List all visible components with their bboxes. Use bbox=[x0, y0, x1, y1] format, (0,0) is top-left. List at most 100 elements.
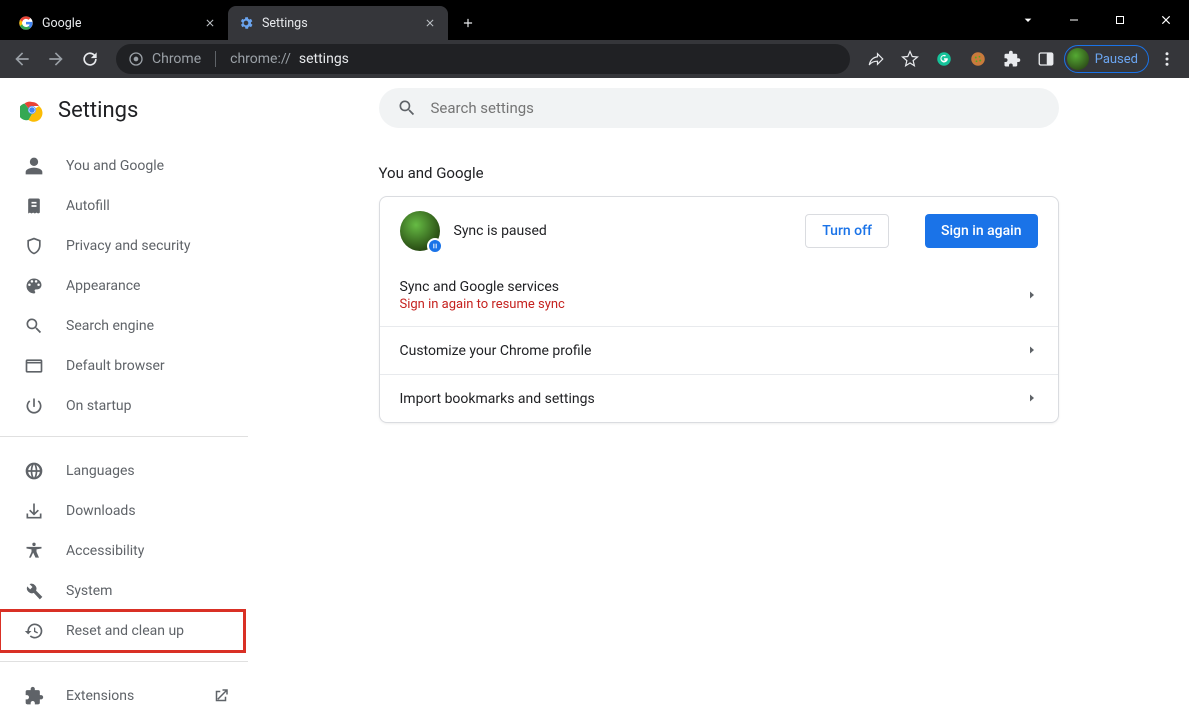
window-titlebar: Google Settings bbox=[0, 0, 1189, 40]
extension-grammarly-icon[interactable] bbox=[928, 43, 960, 75]
close-icon[interactable] bbox=[422, 15, 438, 31]
avatar-icon bbox=[1067, 48, 1089, 70]
sidebar-item-languages[interactable]: Languages bbox=[0, 451, 234, 491]
nav-label: Autofill bbox=[66, 198, 110, 214]
browser-toolbar: Chrome chrome:// settings Paused bbox=[0, 40, 1189, 78]
nav-label: Downloads bbox=[66, 503, 136, 519]
divider bbox=[0, 661, 248, 662]
omnibox-host: Chrome bbox=[152, 51, 201, 67]
sync-status-text: Sync is paused bbox=[454, 223, 547, 239]
extensions-puzzle-icon[interactable] bbox=[996, 43, 1028, 75]
profile-chip[interactable]: Paused bbox=[1064, 45, 1149, 73]
nav-label: You and Google bbox=[66, 158, 164, 174]
window-controls bbox=[1005, 0, 1189, 40]
sidebar-item-on-startup[interactable]: On startup bbox=[0, 386, 234, 426]
tab-title: Settings bbox=[262, 16, 414, 31]
extension-icon bbox=[24, 686, 44, 706]
avatar bbox=[400, 211, 440, 251]
person-icon bbox=[24, 156, 44, 176]
nav-label: Search engine bbox=[66, 318, 154, 334]
tab-google[interactable]: Google bbox=[8, 6, 228, 40]
browser-icon bbox=[24, 356, 44, 376]
chrome-logo-icon bbox=[20, 98, 44, 122]
google-favicon-icon bbox=[18, 15, 34, 31]
reload-button[interactable] bbox=[74, 43, 106, 75]
search-input[interactable] bbox=[431, 99, 1041, 117]
nav-label: Reset and clean up bbox=[66, 623, 184, 639]
close-icon[interactable] bbox=[202, 15, 218, 31]
nav-label: Extensions bbox=[66, 688, 134, 704]
section-title: You and Google bbox=[379, 164, 1059, 182]
sign-in-button[interactable]: Sign in again bbox=[925, 214, 1038, 248]
tab-title: Google bbox=[42, 16, 194, 31]
chevron-right-icon bbox=[1026, 341, 1038, 360]
extension-cookie-icon[interactable] bbox=[962, 43, 994, 75]
settings-row[interactable]: Import bookmarks and settings bbox=[380, 374, 1058, 422]
nav-label: System bbox=[66, 583, 112, 599]
sidebar-item-downloads[interactable]: Downloads bbox=[0, 491, 234, 531]
omnibox-url-path: settings bbox=[299, 51, 349, 67]
row-secondary: Sign in again to resume sync bbox=[400, 297, 565, 312]
row-primary: Import bookmarks and settings bbox=[400, 391, 595, 407]
chevron-down-icon[interactable] bbox=[1005, 0, 1051, 40]
autofill-icon bbox=[24, 196, 44, 216]
row-primary: Customize your Chrome profile bbox=[400, 343, 592, 359]
main-content: You and Google Sync is paused Turn off S… bbox=[248, 78, 1189, 707]
toolbar-actions: Paused bbox=[860, 43, 1183, 75]
power-icon bbox=[24, 396, 44, 416]
gear-icon bbox=[238, 15, 254, 31]
address-bar[interactable]: Chrome chrome:// settings bbox=[116, 44, 850, 74]
search-icon bbox=[24, 316, 44, 336]
sync-status-row: Sync is paused Turn off Sign in again bbox=[380, 197, 1058, 265]
nav-label: Appearance bbox=[66, 278, 140, 294]
maximize-button[interactable] bbox=[1097, 0, 1143, 40]
search-icon bbox=[397, 98, 417, 118]
side-panel-icon[interactable] bbox=[1030, 43, 1062, 75]
forward-button[interactable] bbox=[40, 43, 72, 75]
share-icon[interactable] bbox=[860, 43, 892, 75]
omnibox-url-prefix: chrome:// bbox=[230, 51, 291, 67]
chrome-page-icon bbox=[128, 51, 144, 67]
kebab-menu-icon[interactable] bbox=[1151, 43, 1183, 75]
wrench-icon bbox=[24, 581, 44, 601]
close-window-button[interactable] bbox=[1143, 0, 1189, 40]
sidebar-item-autofill[interactable]: Autofill bbox=[0, 186, 234, 226]
sidebar-item-accessibility[interactable]: Accessibility bbox=[0, 531, 234, 571]
back-button[interactable] bbox=[6, 43, 38, 75]
page-title: Settings bbox=[58, 98, 138, 123]
sidebar-item-extensions[interactable]: Extensions bbox=[0, 676, 234, 707]
search-settings[interactable] bbox=[379, 88, 1059, 128]
shield-icon bbox=[24, 236, 44, 256]
sidebar: Settings You and Google Autofill Privacy a… bbox=[0, 78, 248, 707]
settings-row[interactable]: Sync and Google services Sign in again to… bbox=[380, 265, 1058, 326]
minimize-button[interactable] bbox=[1051, 0, 1097, 40]
you-and-google-card: Sync is paused Turn off Sign in again Sy… bbox=[379, 196, 1059, 423]
tab-strip: Google Settings bbox=[0, 6, 1005, 40]
sidebar-item-system[interactable]: System bbox=[0, 571, 234, 611]
nav-label: Default browser bbox=[66, 358, 165, 374]
new-tab-button[interactable] bbox=[454, 9, 482, 37]
sidebar-scroll[interactable]: You and Google Autofill Privacy and securi… bbox=[0, 142, 248, 707]
sidebar-item-you-and-google[interactable]: You and Google bbox=[0, 146, 234, 186]
settings-row[interactable]: Customize your Chrome profile bbox=[380, 326, 1058, 374]
open-in-new-icon bbox=[212, 687, 230, 705]
bookmark-star-icon[interactable] bbox=[894, 43, 926, 75]
turn-off-button[interactable]: Turn off bbox=[805, 214, 889, 248]
restore-icon bbox=[24, 621, 44, 641]
chevron-right-icon bbox=[1026, 389, 1038, 408]
palette-icon bbox=[24, 276, 44, 296]
sidebar-item-appearance[interactable]: Appearance bbox=[0, 266, 234, 306]
sidebar-item-default-browser[interactable]: Default browser bbox=[0, 346, 234, 386]
separator bbox=[215, 51, 216, 67]
sidebar-item-reset-and-clean-up[interactable]: Reset and clean up bbox=[0, 611, 244, 651]
sidebar-item-privacy-and-security[interactable]: Privacy and security bbox=[0, 226, 234, 266]
sync-paused-badge-icon bbox=[427, 238, 443, 254]
nav-label: On startup bbox=[66, 398, 132, 414]
chevron-right-icon bbox=[1026, 286, 1038, 305]
row-primary: Sync and Google services bbox=[400, 279, 565, 295]
settings-page: Settings You and Google Autofill Privacy a… bbox=[0, 78, 1189, 707]
sidebar-item-search-engine[interactable]: Search engine bbox=[0, 306, 234, 346]
divider bbox=[0, 436, 248, 437]
tab-settings[interactable]: Settings bbox=[228, 6, 448, 40]
download-icon bbox=[24, 501, 44, 521]
